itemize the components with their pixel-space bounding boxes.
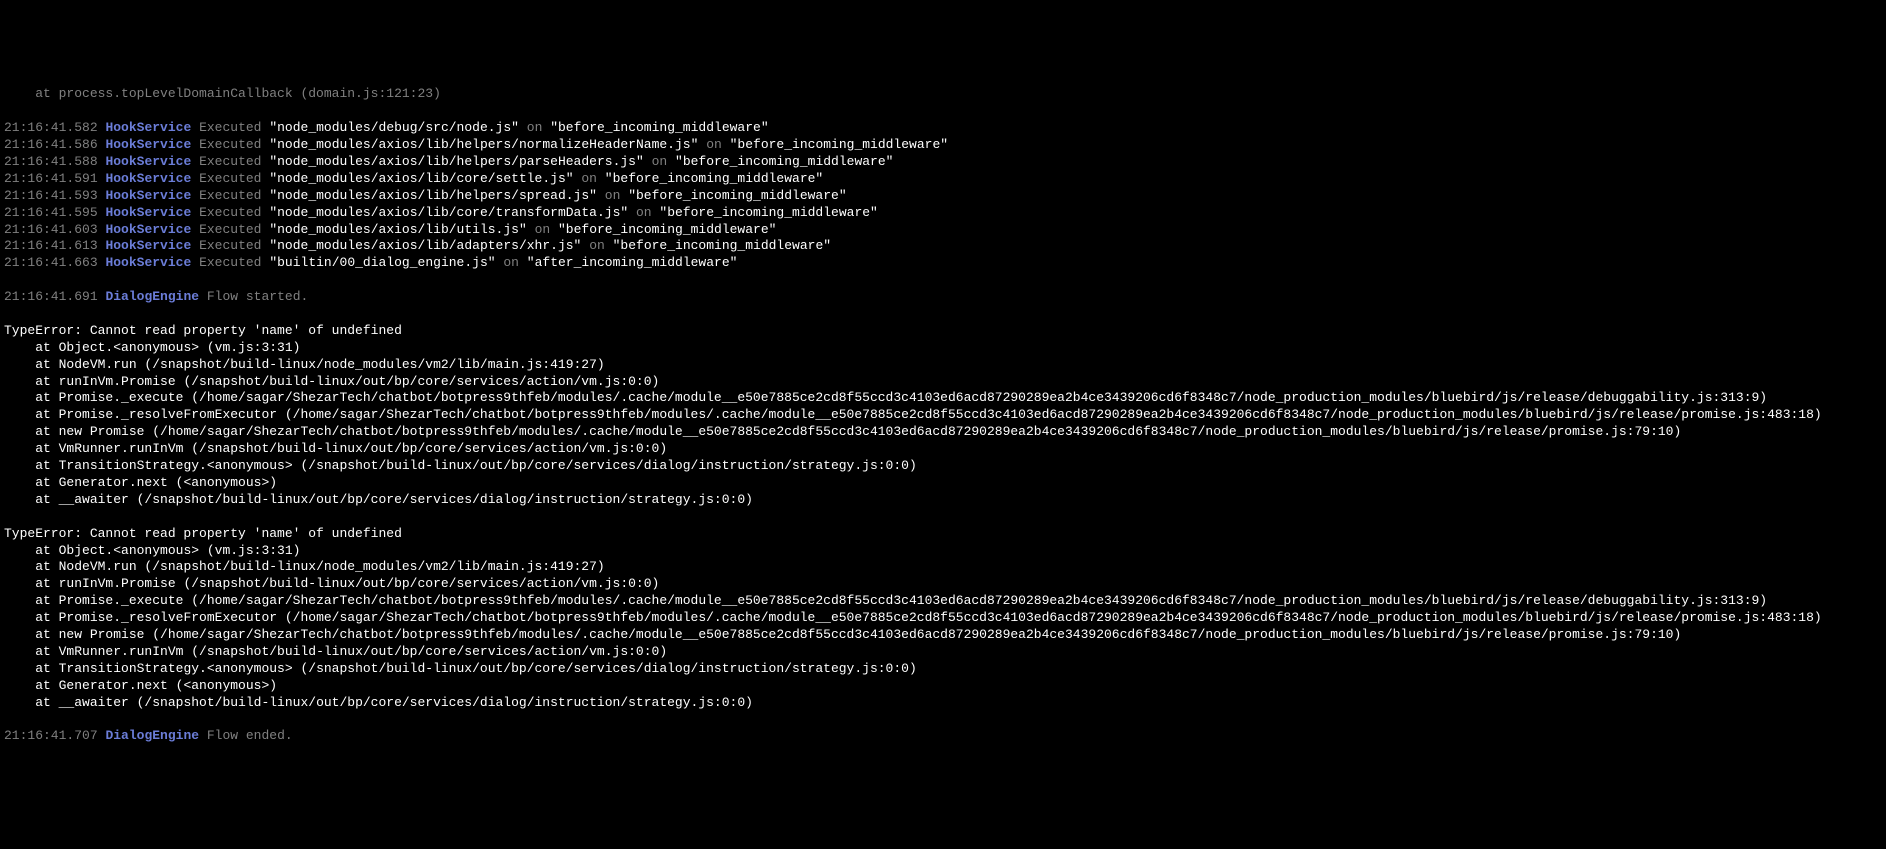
hook-log-line: 21:16:41.603 HookService Executed "node_… — [4, 222, 1882, 239]
stack-trace-line: at new Promise (/home/sagar/ShezarTech/c… — [4, 424, 1882, 441]
stack-trace-line: at Promise._execute (/home/sagar/ShezarT… — [4, 593, 1882, 610]
stack-trace-line: at runInVm.Promise (/snapshot/build-linu… — [4, 576, 1882, 593]
on-label: on — [706, 137, 722, 152]
flow-start-line: 21:16:41.691 DialogEngine Flow started. — [4, 289, 1882, 306]
executed-label: Executed — [199, 120, 261, 135]
stack-trace-line: TypeError: Cannot read property 'name' o… — [4, 323, 1882, 340]
stack-trace-line: at Object.<anonymous> (vm.js:3:31) — [4, 340, 1882, 357]
module-path: "node_modules/debug/src/node.js" — [269, 120, 519, 135]
stack-fragment: at process.topLevelDomainCallback (domai… — [4, 86, 1882, 103]
executed-label: Executed — [199, 255, 261, 270]
stack-trace-line: at Promise._execute (/home/sagar/ShezarT… — [4, 390, 1882, 407]
service-name: HookService — [105, 222, 191, 237]
on-label: on — [581, 171, 597, 186]
on-label: on — [527, 120, 543, 135]
hook-name: "before_incoming_middleware" — [628, 188, 846, 203]
service-name: HookService — [105, 137, 191, 152]
timestamp: 21:16:41.603 — [4, 222, 98, 237]
executed-label: Executed — [199, 238, 261, 253]
on-label: on — [636, 205, 652, 220]
on-label: on — [503, 255, 519, 270]
module-path: "node_modules/axios/lib/adapters/xhr.js" — [269, 238, 581, 253]
service-name: HookService — [105, 255, 191, 270]
stack-trace-line: at Object.<anonymous> (vm.js:3:31) — [4, 543, 1882, 560]
hook-log-line: 21:16:41.591 HookService Executed "node_… — [4, 171, 1882, 188]
stack-trace-line: at Promise._resolveFromExecutor (/home/s… — [4, 610, 1882, 627]
hook-log-line: 21:16:41.586 HookService Executed "node_… — [4, 137, 1882, 154]
module-path: "builtin/00_dialog_engine.js" — [269, 255, 495, 270]
timestamp: 21:16:41.591 — [4, 171, 98, 186]
terminal-output[interactable]: at process.topLevelDomainCallback (domai… — [4, 70, 1882, 763]
executed-label: Executed — [199, 188, 261, 203]
hook-name: "before_incoming_middleware" — [730, 137, 948, 152]
timestamp: 21:16:41.588 — [4, 154, 98, 169]
stack-trace-line: at VmRunner.runInVm (/snapshot/build-lin… — [4, 441, 1882, 458]
flow-text: Flow ended. — [207, 728, 293, 743]
hook-log-line: 21:16:41.582 HookService Executed "node_… — [4, 120, 1882, 137]
timestamp: 21:16:41.595 — [4, 205, 98, 220]
hook-log-line: 21:16:41.613 HookService Executed "node_… — [4, 238, 1882, 255]
stack-trace-line: at runInVm.Promise (/snapshot/build-linu… — [4, 374, 1882, 391]
stack-trace-line: at TransitionStrategy.<anonymous> (/snap… — [4, 661, 1882, 678]
hook-name: "before_incoming_middleware" — [558, 222, 776, 237]
hook-name: "before_incoming_middleware" — [659, 205, 877, 220]
timestamp: 21:16:41.613 — [4, 238, 98, 253]
hook-name: "before_incoming_middleware" — [605, 171, 823, 186]
flow-end-line: 21:16:41.707 DialogEngine Flow ended. — [4, 728, 1882, 745]
service-name: HookService — [105, 154, 191, 169]
on-label: on — [589, 238, 605, 253]
hook-name: "before_incoming_middleware" — [675, 154, 893, 169]
hook-log-line: 21:16:41.663 HookService Executed "built… — [4, 255, 1882, 272]
on-label: on — [652, 154, 668, 169]
hook-name: "before_incoming_middleware" — [550, 120, 768, 135]
stack-trace-line: at Generator.next (<anonymous>) — [4, 475, 1882, 492]
service-name: HookService — [105, 238, 191, 253]
timestamp: 21:16:41.586 — [4, 137, 98, 152]
stack-trace-line: at __awaiter (/snapshot/build-linux/out/… — [4, 492, 1882, 509]
executed-label: Executed — [199, 222, 261, 237]
stack-trace-line: at new Promise (/home/sagar/ShezarTech/c… — [4, 627, 1882, 644]
module-path: "node_modules/axios/lib/helpers/normaliz… — [269, 137, 698, 152]
timestamp: 21:16:41.691 — [4, 289, 98, 304]
flow-text: Flow started. — [207, 289, 308, 304]
on-label: on — [535, 222, 551, 237]
module-path: "node_modules/axios/lib/helpers/parseHea… — [269, 154, 643, 169]
service-name: HookService — [105, 205, 191, 220]
module-path: "node_modules/axios/lib/utils.js" — [269, 222, 526, 237]
stack-trace-line: at __awaiter (/snapshot/build-linux/out/… — [4, 695, 1882, 712]
hook-name: "after_incoming_middleware" — [527, 255, 738, 270]
stack-trace-line: at Promise._resolveFromExecutor (/home/s… — [4, 407, 1882, 424]
stack-trace-line: at NodeVM.run (/snapshot/build-linux/nod… — [4, 357, 1882, 374]
hook-name: "before_incoming_middleware" — [613, 238, 831, 253]
module-path: "node_modules/axios/lib/core/settle.js" — [269, 171, 573, 186]
timestamp: 21:16:41.707 — [4, 728, 98, 743]
module-path: "node_modules/axios/lib/helpers/spread.j… — [269, 188, 597, 203]
service-name: DialogEngine — [105, 289, 199, 304]
stack-trace-line: at TransitionStrategy.<anonymous> (/snap… — [4, 458, 1882, 475]
stack-trace-line: at VmRunner.runInVm (/snapshot/build-lin… — [4, 644, 1882, 661]
stack-trace-line: TypeError: Cannot read property 'name' o… — [4, 526, 1882, 543]
timestamp: 21:16:41.663 — [4, 255, 98, 270]
service-name: HookService — [105, 171, 191, 186]
stack-trace-line: at Generator.next (<anonymous>) — [4, 678, 1882, 695]
executed-label: Executed — [199, 205, 261, 220]
hook-log-line: 21:16:41.595 HookService Executed "node_… — [4, 205, 1882, 222]
service-name: DialogEngine — [105, 728, 199, 743]
hook-log-line: 21:16:41.588 HookService Executed "node_… — [4, 154, 1882, 171]
executed-label: Executed — [199, 137, 261, 152]
executed-label: Executed — [199, 171, 261, 186]
service-name: HookService — [105, 188, 191, 203]
hook-log-line: 21:16:41.593 HookService Executed "node_… — [4, 188, 1882, 205]
timestamp: 21:16:41.593 — [4, 188, 98, 203]
timestamp: 21:16:41.582 — [4, 120, 98, 135]
executed-label: Executed — [199, 154, 261, 169]
service-name: HookService — [105, 120, 191, 135]
on-label: on — [605, 188, 621, 203]
module-path: "node_modules/axios/lib/core/transformDa… — [269, 205, 628, 220]
stack-trace-line: at NodeVM.run (/snapshot/build-linux/nod… — [4, 559, 1882, 576]
